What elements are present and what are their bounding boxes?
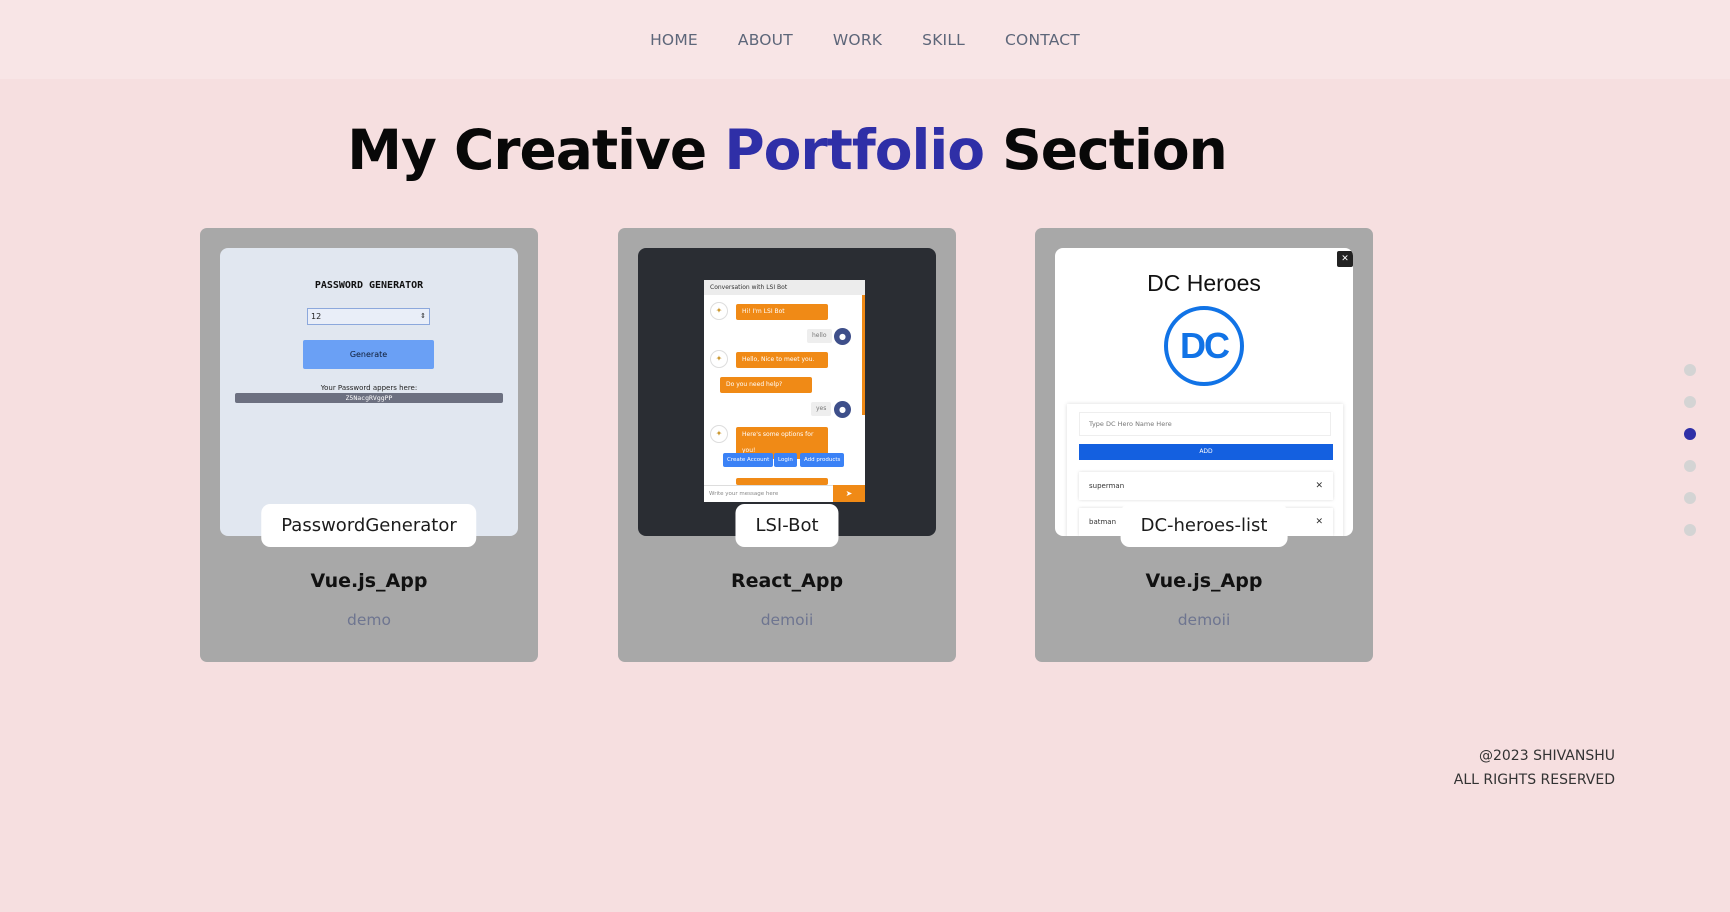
preview-password-output: Z5NacgRVggPP [235, 393, 503, 403]
preview-option: Create Account [723, 453, 774, 467]
title-part-1: My Creative [347, 118, 725, 182]
preview-option: Add products [800, 453, 845, 467]
preview-length-input: 12 ⇕ [307, 308, 430, 325]
hero-name: superman [1089, 482, 1125, 490]
title-part-2: Section [984, 118, 1228, 182]
spinner-icon: ⇕ [420, 312, 426, 320]
project-card-password-generator: PASSWORD GENERATOR 12 ⇕ Generate Your Pas… [200, 228, 538, 662]
project-thumbnail[interactable]: ✕ DC Heroes DC Type DC Hero Name Here AD… [1055, 248, 1353, 536]
top-nav: HOME ABOUT WORK SKILL CONTACT [0, 0, 1730, 79]
page-title: My Creative Portfolio Section [0, 118, 1574, 182]
preview-scrollbar [862, 295, 865, 415]
bot-avatar-icon: ✦ [710, 302, 728, 320]
preview-chat-header: Conversation with LSI Bot [704, 280, 865, 295]
pager-dot-4[interactable] [1684, 460, 1696, 472]
preview-add-button: ADD [1079, 444, 1333, 460]
user-message: hello [807, 329, 832, 343]
project-title: React_App [730, 570, 844, 592]
pager-dot-5[interactable] [1684, 492, 1696, 504]
preview-chat-window: Conversation with LSI Bot ✦ Hi! I'm LSI … [704, 280, 865, 502]
dc-logo: DC [1164, 306, 1244, 386]
nav-contact[interactable]: CONTACT [1005, 31, 1080, 49]
preview-title: PASSWORD GENERATOR [314, 280, 424, 291]
footer: @2023 SHIVANSHU ALL RIGHTS RESERVED [1454, 744, 1615, 792]
project-title: Vue.js_App [1145, 570, 1263, 592]
preview-password-label: Your Password appers here: [320, 384, 418, 392]
bot-message: Hello, Nice to meet you. [736, 352, 828, 368]
nav-skill[interactable]: SKILL [922, 31, 965, 49]
demo-link[interactable]: demoii [1035, 611, 1373, 629]
project-thumbnail[interactable]: PASSWORD GENERATOR 12 ⇕ Generate Your Pas… [220, 248, 518, 536]
section-pager [1684, 364, 1696, 556]
project-thumbnail[interactable]: Conversation with LSI Bot ✦ Hi! I'm LSI … [638, 248, 936, 536]
send-icon: ➤ [833, 485, 865, 502]
hero-name: batman [1089, 518, 1117, 526]
pager-dot-2[interactable] [1684, 396, 1696, 408]
project-card-lsi-bot: Conversation with LSI Bot ✦ Hi! I'm LSI … [618, 228, 956, 662]
pager-dot-1[interactable] [1684, 364, 1696, 376]
pager-dot-6[interactable] [1684, 524, 1696, 536]
bot-message: Do you need help? [720, 377, 812, 393]
preview-input-value: 12 [311, 312, 322, 321]
user-message: yes [811, 402, 832, 416]
remove-icon: ✕ [1315, 481, 1323, 491]
user-avatar-icon: ● [834, 328, 851, 345]
copyright: @2023 SHIVANSHU [1478, 748, 1615, 764]
nav-work[interactable]: WORK [833, 31, 882, 49]
preview-title: DC Heroes [1147, 270, 1261, 296]
nav-home[interactable]: HOME [650, 31, 698, 49]
preview-hero-input: Type DC Hero Name Here [1079, 412, 1331, 436]
rights-reserved: ALL RIGHTS RESERVED [1453, 772, 1615, 788]
preview-generate-button: Generate [303, 340, 434, 369]
list-item: superman ✕ [1079, 472, 1333, 500]
project-name-badge: LSI-Bot [735, 504, 839, 547]
close-icon: ✕ [1337, 251, 1353, 267]
project-title: Vue.js_App [310, 570, 428, 592]
project-card-dc-heroes: ✕ DC Heroes DC Type DC Hero Name Here AD… [1035, 228, 1373, 662]
project-name-badge: PasswordGenerator [261, 504, 477, 547]
title-accent: Portfolio [724, 118, 985, 182]
preview-option: Login [774, 453, 797, 467]
user-avatar-icon: ● [834, 401, 851, 418]
pager-dot-3[interactable] [1684, 428, 1696, 440]
bot-avatar-icon: ✦ [710, 425, 728, 443]
nav-about[interactable]: ABOUT [738, 31, 793, 49]
demo-link[interactable]: demo [200, 611, 538, 629]
bot-message-partial [736, 478, 828, 485]
remove-icon: ✕ [1315, 517, 1323, 527]
bot-avatar-icon: ✦ [710, 350, 728, 368]
bot-message: Hi! I'm LSI Bot [736, 304, 828, 320]
project-name-badge: DC-heroes-list [1120, 504, 1288, 547]
demo-link[interactable]: demoii [618, 611, 956, 629]
